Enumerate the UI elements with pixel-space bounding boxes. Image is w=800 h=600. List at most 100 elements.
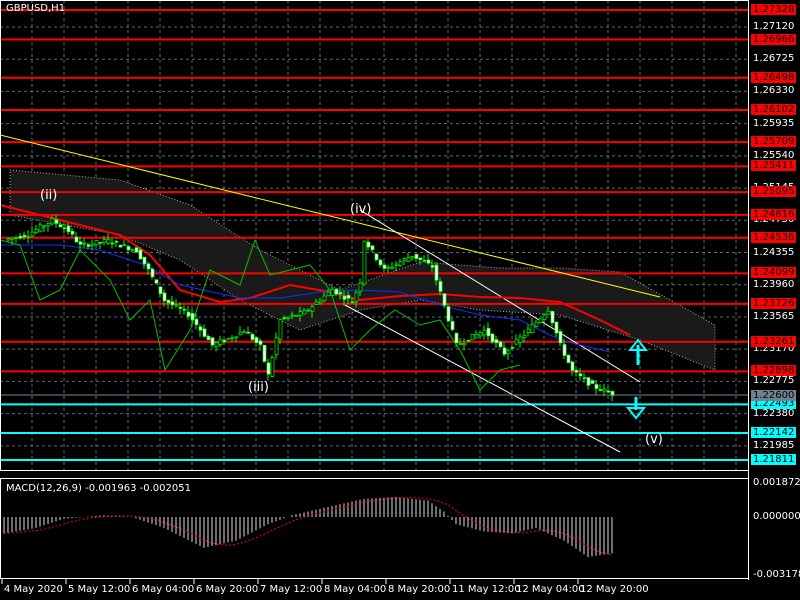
level-price-label: 1.26102 — [751, 104, 797, 116]
candle — [250, 333, 255, 341]
candle — [34, 228, 39, 233]
candle — [338, 292, 343, 295]
candle — [154, 279, 159, 284]
candle — [322, 295, 327, 302]
candle — [574, 369, 579, 373]
candle — [462, 342, 467, 346]
candle — [526, 328, 531, 333]
candle — [178, 306, 183, 309]
candle — [522, 334, 527, 339]
candle — [206, 335, 211, 341]
candle — [482, 329, 487, 336]
candle — [550, 310, 555, 324]
candle — [70, 230, 75, 235]
candle — [494, 339, 499, 344]
candle — [442, 293, 447, 306]
candle — [150, 268, 155, 278]
price-tick: 1.25540 — [753, 149, 795, 161]
macd-label: MACD(12,26,9) -0.001963 -0.002051 — [6, 483, 191, 494]
candle — [214, 342, 219, 348]
level-price-label: 1.26966 — [751, 33, 797, 45]
wave-label-iii: (iii) — [248, 380, 269, 395]
candle — [10, 237, 15, 240]
candle — [190, 313, 195, 321]
macd-histogram — [3, 497, 613, 557]
candle — [498, 341, 503, 348]
level-price-label: 1.27328 — [751, 4, 797, 16]
price-tick: 1.22775 — [753, 375, 795, 387]
channel-lower[interactable] — [344, 304, 621, 453]
time-label: 12 May 04:00 — [516, 584, 585, 595]
candle — [162, 292, 167, 302]
candle — [170, 301, 175, 306]
candle — [38, 224, 43, 232]
level-price-label: 1.25095 — [751, 186, 797, 198]
candle — [246, 331, 251, 334]
candle — [310, 306, 315, 312]
candle — [534, 321, 539, 327]
time-label: 8 May 04:00 — [324, 584, 387, 595]
candle — [366, 241, 371, 248]
level-price-label: 1.24816 — [751, 208, 797, 220]
candle — [82, 242, 87, 245]
candle — [222, 339, 227, 343]
candle — [490, 333, 495, 343]
price-tick: 1.26725 — [753, 53, 795, 65]
candle — [470, 333, 475, 341]
candle — [270, 357, 275, 377]
candle — [126, 245, 131, 251]
candle — [606, 390, 611, 393]
candle — [58, 224, 63, 228]
candle — [430, 265, 435, 268]
level-price-label: 1.26498 — [751, 71, 797, 83]
candle — [326, 291, 331, 297]
ichimoku-cloud — [9, 169, 716, 371]
price-tick: 1.23960 — [753, 278, 795, 290]
candle — [30, 231, 35, 237]
candle — [458, 343, 463, 345]
candle — [258, 340, 263, 345]
candle — [14, 237, 19, 239]
macd-tick: -0.003178 — [753, 568, 800, 580]
candle — [42, 225, 47, 228]
price-tick: 1.27120 — [753, 21, 795, 32]
candle — [602, 388, 607, 392]
candle — [554, 321, 559, 334]
candle — [182, 308, 187, 311]
candle — [46, 223, 51, 227]
level-price-label: 1.23261 — [751, 335, 797, 347]
candle — [130, 249, 135, 252]
candle — [218, 339, 223, 345]
candle — [402, 258, 407, 261]
candle — [278, 319, 283, 340]
candle — [414, 253, 419, 259]
candle — [370, 245, 375, 251]
candle — [62, 227, 67, 230]
candle — [398, 261, 403, 267]
candle — [518, 336, 523, 343]
price-tick: 1.23565 — [753, 310, 795, 322]
candle — [158, 286, 163, 295]
candle — [502, 347, 507, 355]
candle — [254, 337, 259, 344]
macd-tick: 0.000000 — [753, 511, 800, 522]
candle — [142, 256, 147, 265]
candle — [306, 309, 311, 312]
price-chart[interactable] — [0, 0, 800, 600]
candle — [410, 256, 415, 259]
level-price-label: 1.21811 — [751, 454, 797, 466]
candle — [74, 236, 79, 243]
candle — [586, 377, 591, 386]
wave-label-iv: (iv) — [350, 202, 372, 217]
candle — [394, 263, 399, 266]
candle — [594, 384, 599, 389]
candle — [302, 310, 307, 315]
time-label: 6 May 20:00 — [196, 584, 259, 595]
time-label: 5 May 12:00 — [68, 584, 131, 595]
candle — [510, 346, 515, 349]
candle — [590, 380, 595, 384]
level-price-label: 1.24099 — [751, 267, 797, 279]
candle — [582, 377, 587, 379]
candle — [122, 244, 127, 247]
candle — [174, 304, 179, 307]
